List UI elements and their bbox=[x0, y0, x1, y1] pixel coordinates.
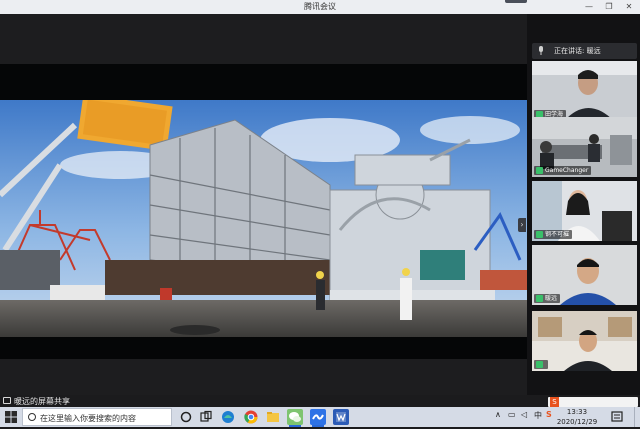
taskbar-search-input[interactable]: 在这里输入你要搜索的内容 bbox=[22, 408, 172, 426]
file-explorer-icon[interactable] bbox=[265, 409, 281, 425]
participant-name bbox=[534, 360, 548, 369]
search-placeholder: 在这里输入你要搜索的内容 bbox=[40, 414, 136, 423]
cortana-icon[interactable] bbox=[178, 409, 194, 425]
screen-share-label: 暖远的屏幕共享 bbox=[14, 397, 70, 406]
participant-tile[interactable]: 钢不可摧 bbox=[532, 181, 637, 241]
participant-tile[interactable] bbox=[532, 311, 637, 371]
sogou-logo-icon: S bbox=[550, 397, 559, 407]
windows-start-icon[interactable] bbox=[5, 411, 17, 423]
shared-screen-area: › bbox=[0, 14, 527, 395]
participant-tile[interactable]: 田学海 bbox=[532, 61, 637, 121]
volume-icon[interactable]: ◁ bbox=[521, 410, 527, 419]
clock-date: 2020/12/29 bbox=[556, 418, 598, 426]
mic-on-icon bbox=[536, 167, 543, 174]
word-glyph-icon bbox=[336, 412, 346, 422]
chrome-browser-icon[interactable] bbox=[243, 409, 259, 425]
maximize-button[interactable]: ❐ bbox=[602, 0, 616, 14]
port-construction-scene bbox=[0, 100, 527, 337]
sogou-ime-icon[interactable]: S bbox=[546, 410, 552, 419]
screen-share-bar: 暖远的屏幕共享 bbox=[0, 395, 640, 407]
mic-on-icon bbox=[536, 231, 543, 238]
participant-sidebar: 正在讲话: 暖远 田学海 GameChanger 钢不可摧 暖远 bbox=[527, 14, 640, 395]
close-button[interactable]: ✕ bbox=[622, 0, 636, 14]
window-title: 腾讯会议 bbox=[304, 2, 336, 11]
screen-share-icon bbox=[3, 397, 11, 404]
ime-floating-toolbar[interactable]: S bbox=[548, 397, 638, 407]
ime-indicator[interactable]: 中 bbox=[534, 410, 542, 421]
participant-name: 钢不可摧 bbox=[534, 230, 573, 239]
participant-name: 暖远 bbox=[534, 294, 561, 303]
wechat-glyph-icon bbox=[289, 412, 301, 422]
task-view-icon[interactable] bbox=[198, 409, 214, 425]
meeting-glyph-icon bbox=[312, 414, 324, 420]
mic-on-icon bbox=[536, 361, 543, 368]
window-titlebar: 腾讯会议 — ❐ ✕ bbox=[0, 0, 640, 14]
search-icon bbox=[28, 413, 36, 421]
edge-browser-icon[interactable] bbox=[220, 409, 236, 425]
word-app-icon[interactable] bbox=[333, 409, 349, 425]
speaking-label: 正在讲话: 暖远 bbox=[554, 47, 601, 55]
show-desktop-button[interactable] bbox=[634, 407, 640, 427]
taskbar-clock[interactable]: 13:33 2020/12/29 bbox=[553, 407, 601, 427]
clock-time: 13:33 bbox=[566, 408, 588, 416]
participant-tile[interactable]: GameChanger bbox=[532, 117, 637, 177]
mic-on-icon bbox=[536, 295, 543, 302]
shared-video-frame bbox=[0, 100, 527, 337]
participant-name: GameChanger bbox=[534, 166, 592, 175]
tray-expand-icon[interactable]: ∧ bbox=[495, 410, 501, 419]
speaking-indicator: 正在讲话: 暖远 bbox=[532, 43, 637, 59]
sidebar-collapse-button[interactable]: › bbox=[518, 218, 526, 232]
notification-icon[interactable] bbox=[609, 409, 625, 425]
wechat-icon[interactable] bbox=[287, 409, 303, 427]
participant-tile[interactable]: 暖远 bbox=[532, 245, 637, 305]
minimize-button[interactable]: — bbox=[582, 0, 596, 14]
network-icon[interactable]: ▭ bbox=[508, 410, 516, 419]
mic-icon bbox=[539, 46, 543, 55]
taskbar: 在这里输入你要搜索的内容 ∧ ▭ ◁ 中 S 13:33 2020/12/29 bbox=[0, 407, 640, 427]
tencent-meeting-icon[interactable] bbox=[310, 409, 326, 427]
